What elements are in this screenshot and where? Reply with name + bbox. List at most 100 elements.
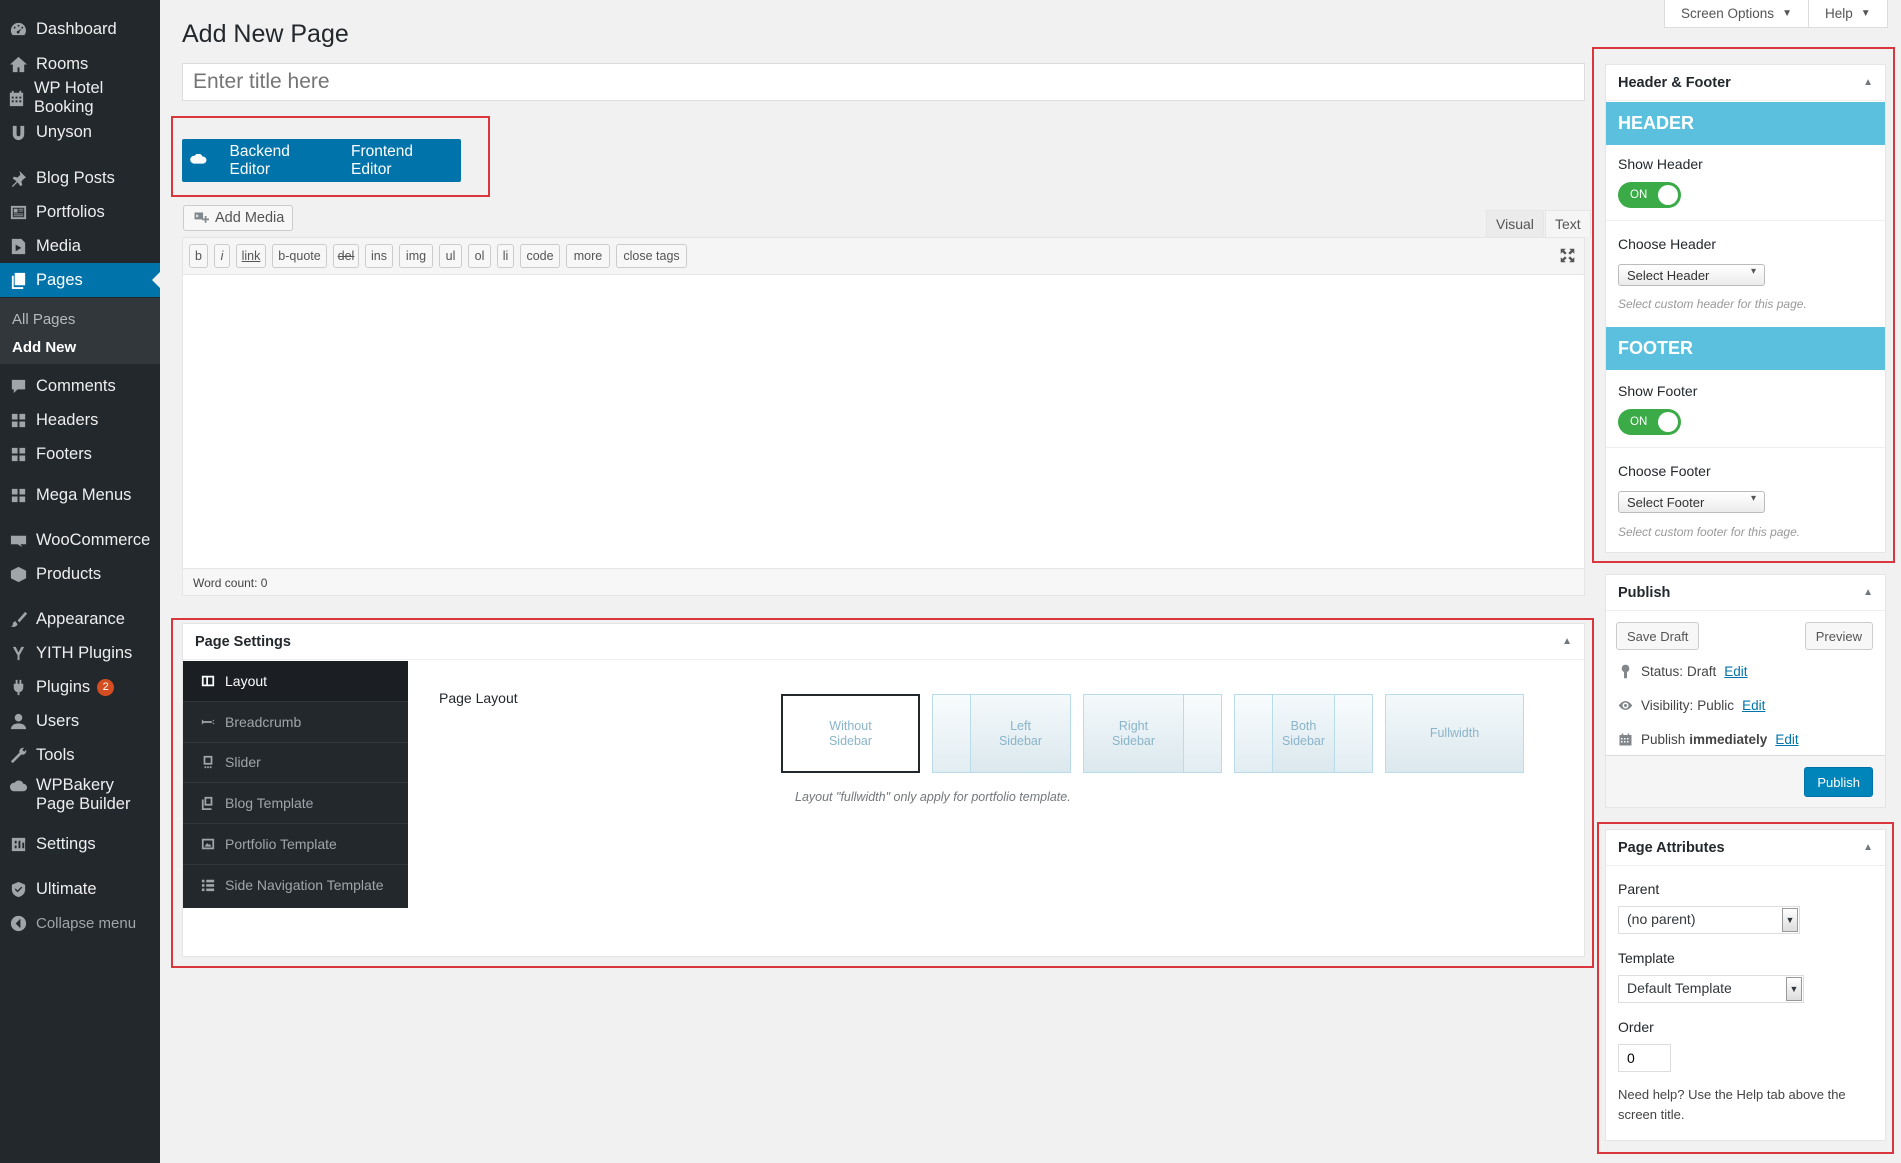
menu-unyson[interactable]: Unyson bbox=[0, 115, 160, 149]
edit-visibility-link[interactable]: Edit bbox=[1742, 698, 1765, 713]
collapse-toggle-icon[interactable]: ▲ bbox=[1863, 587, 1873, 598]
template-select[interactable]: Default Template ▼ bbox=[1618, 975, 1804, 1003]
menu-users[interactable]: Users bbox=[0, 704, 160, 738]
page-settings-header[interactable]: Page Settings ▲ bbox=[183, 624, 1584, 660]
menu-media[interactable]: Media bbox=[0, 229, 160, 263]
post-title-input[interactable] bbox=[182, 63, 1585, 101]
backend-editor-button[interactable]: Backend Editor bbox=[217, 143, 338, 179]
save-draft-button[interactable]: Save Draft bbox=[1616, 622, 1700, 650]
collapse-toggle-icon[interactable]: ▲ bbox=[1863, 77, 1873, 88]
status-value: Draft bbox=[1687, 664, 1717, 679]
ps-tab-side-navigation-template[interactable]: Side Navigation Template bbox=[183, 865, 408, 906]
header-select[interactable]: Select Header bbox=[1618, 264, 1765, 286]
sidebar-shape bbox=[1334, 695, 1372, 772]
ps-tab-slider[interactable]: Slider bbox=[183, 743, 408, 784]
layout-option-fullwidth[interactable]: Fullwidth bbox=[1385, 694, 1524, 773]
collapse-menu[interactable]: Collapse menu bbox=[0, 906, 160, 940]
qt-close-tags-button[interactable]: close tags bbox=[616, 244, 687, 268]
menu-plugins[interactable]: Plugins 2 bbox=[0, 670, 160, 704]
edit-schedule-link[interactable]: Edit bbox=[1775, 732, 1798, 747]
header-section-band: HEADER bbox=[1606, 102, 1885, 145]
tab-visual[interactable]: Visual bbox=[1486, 210, 1544, 237]
menu-pages[interactable]: Pages bbox=[0, 263, 160, 297]
caret-down-icon: ▼ bbox=[1786, 977, 1802, 1001]
show-footer-toggle[interactable]: ON bbox=[1618, 409, 1681, 435]
header-footer-box: Header & Footer ▲ HEADER Show Header ON … bbox=[1605, 64, 1886, 553]
qt-code-button[interactable]: code bbox=[520, 244, 560, 268]
menu-footers[interactable]: Footers bbox=[0, 437, 160, 471]
layout-option-label: Fullwidth bbox=[1429, 726, 1480, 740]
menu-rooms[interactable]: Rooms bbox=[0, 47, 160, 81]
menu-ultimate[interactable]: Ultimate bbox=[0, 872, 160, 906]
submenu-add-new[interactable]: Add New bbox=[12, 339, 76, 356]
menu-wp-hotel-booking[interactable]: WP Hotel Booking bbox=[0, 79, 160, 116]
layout-option-right-sidebar[interactable]: Right Sidebar bbox=[1083, 694, 1222, 773]
layout-option-both-sidebar[interactable]: Both Sidebar bbox=[1234, 694, 1373, 773]
toggle-knob bbox=[1658, 412, 1678, 432]
page-settings-box: Page Settings ▲ Layout Breadcrumb Slider… bbox=[182, 623, 1585, 957]
collapse-toggle-icon[interactable]: ▲ bbox=[1863, 842, 1873, 853]
tab-text[interactable]: Text bbox=[1545, 210, 1591, 237]
qt-more-button[interactable]: more bbox=[566, 244, 610, 268]
add-media-button[interactable]: Add Media bbox=[183, 205, 294, 231]
home-icon bbox=[0, 55, 36, 74]
menu-dashboard[interactable]: Dashboard bbox=[0, 12, 160, 46]
menu-headers[interactable]: Headers bbox=[0, 403, 160, 437]
ps-tab-breadcrumb[interactable]: Breadcrumb bbox=[183, 702, 408, 743]
collapse-icon bbox=[0, 914, 36, 933]
sidebar-shape bbox=[1183, 695, 1221, 772]
order-input[interactable] bbox=[1618, 1044, 1671, 1072]
qt-bquote-button[interactable]: b-quote bbox=[272, 244, 327, 268]
edit-status-link[interactable]: Edit bbox=[1724, 664, 1747, 679]
sidebar-shape bbox=[933, 695, 971, 772]
layout-option-label: Right Sidebar bbox=[1111, 718, 1156, 748]
ps-tab-layout[interactable]: Layout bbox=[183, 661, 408, 702]
qt-li-button[interactable]: li bbox=[497, 244, 514, 268]
screen-options-button[interactable]: Screen Options ▼ bbox=[1664, 0, 1809, 28]
parent-select[interactable]: (no parent) ▼ bbox=[1618, 906, 1800, 934]
publish-button[interactable]: Publish bbox=[1804, 767, 1873, 797]
page-attributes-header[interactable]: Page Attributes ▲ bbox=[1606, 830, 1885, 866]
fullscreen-icon[interactable] bbox=[1559, 247, 1576, 264]
preview-button[interactable]: Preview bbox=[1804, 622, 1873, 650]
menu-products[interactable]: Products bbox=[0, 557, 160, 591]
menu-portfolios-label: Portfolios bbox=[36, 202, 105, 221]
qt-img-button[interactable]: img bbox=[399, 244, 433, 268]
ps-tab-portfolio-template[interactable]: Portfolio Template bbox=[183, 824, 408, 865]
qt-ol-button[interactable]: ol bbox=[468, 244, 491, 268]
help-button[interactable]: Help ▼ bbox=[1808, 0, 1888, 28]
collapse-toggle-icon[interactable]: ▲ bbox=[1562, 636, 1572, 647]
layout-option-left-sidebar[interactable]: Left Sidebar bbox=[932, 694, 1071, 773]
menu-wpbakery[interactable]: WPBakery Page Builder bbox=[0, 774, 160, 820]
user-icon bbox=[0, 712, 36, 731]
qt-del-button[interactable]: del bbox=[333, 244, 359, 268]
qt-ul-button[interactable]: ul bbox=[439, 244, 462, 268]
show-header-toggle[interactable]: ON bbox=[1618, 182, 1681, 208]
menu-portfolios[interactable]: Portfolios bbox=[0, 195, 160, 229]
menu-comments[interactable]: Comments bbox=[0, 369, 160, 403]
menu-blog-posts[interactable]: Blog Posts bbox=[0, 161, 160, 195]
menu-woocommerce[interactable]: WooCommerce bbox=[0, 523, 160, 557]
publish-header[interactable]: Publish ▲ bbox=[1606, 575, 1885, 611]
menu-mega-menus[interactable]: Mega Menus bbox=[0, 478, 160, 512]
frontend-editor-button[interactable]: Frontend Editor bbox=[338, 143, 461, 179]
layout-option-without-sidebar[interactable]: Without Sidebar bbox=[781, 694, 920, 773]
menu-tools[interactable]: Tools bbox=[0, 738, 160, 772]
menu-yith-plugins[interactable]: YITH Plugins bbox=[0, 636, 160, 670]
menu-appearance[interactable]: Appearance bbox=[0, 602, 160, 636]
submenu-all-pages[interactable]: All Pages bbox=[12, 311, 75, 328]
qt-link-button[interactable]: link bbox=[236, 244, 266, 268]
footer-select[interactable]: Select Footer bbox=[1618, 491, 1765, 513]
header-footer-header[interactable]: Header & Footer ▲ bbox=[1606, 65, 1885, 101]
menu-settings[interactable]: Settings bbox=[0, 827, 160, 861]
page-title: Add New Page bbox=[182, 20, 349, 48]
schedule-value: immediately bbox=[1689, 732, 1768, 747]
parent-label: Parent bbox=[1618, 881, 1660, 897]
qt-ins-button[interactable]: ins bbox=[365, 244, 393, 268]
ps-tab-blog-template[interactable]: Blog Template bbox=[183, 783, 408, 825]
page-attributes-title: Page Attributes bbox=[1618, 839, 1725, 856]
ps-tab-portfolio-template-label: Portfolio Template bbox=[225, 836, 337, 853]
menu-unyson-label: Unyson bbox=[36, 122, 92, 141]
qt-bold-button[interactable]: b bbox=[189, 244, 208, 268]
qt-italic-button[interactable]: i bbox=[214, 244, 230, 268]
